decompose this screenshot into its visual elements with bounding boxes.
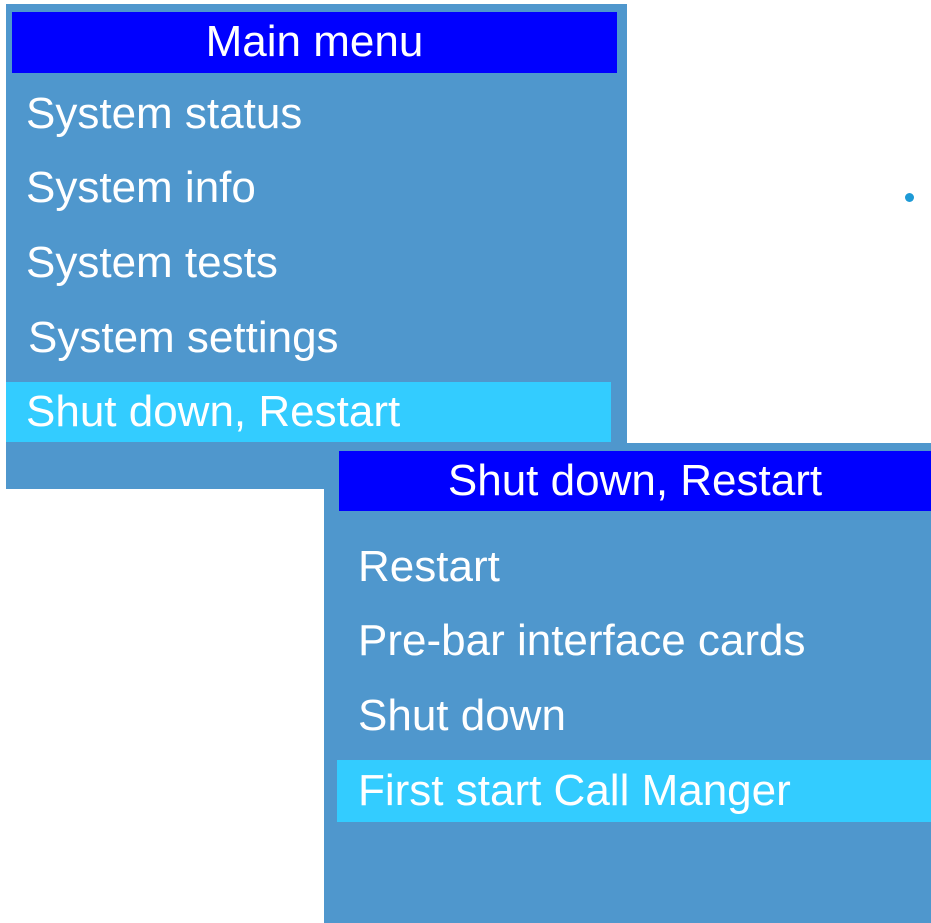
menu-item-label: Restart — [358, 542, 500, 591]
menu-item-label: System tests — [26, 238, 278, 287]
submenu-item-pre-bar-interface-cards[interactable]: Pre-bar interface cards — [337, 610, 931, 672]
menu-item-label: System info — [26, 163, 256, 212]
cursor-dot — [905, 193, 914, 202]
menu-item-label: System status — [26, 89, 303, 138]
submenu-item-restart[interactable]: Restart — [337, 536, 931, 598]
menu-item-shut-down-restart[interactable]: Shut down, Restart — [6, 382, 611, 442]
submenu-panel: Shut down, Restart Restart Pre-bar inter… — [324, 443, 931, 923]
submenu-item-shut-down[interactable]: Shut down — [337, 685, 931, 747]
menu-item-system-settings[interactable]: System settings — [6, 307, 611, 369]
menu-item-system-status[interactable]: System status — [6, 83, 611, 145]
main-menu-title: Main menu — [12, 12, 617, 73]
menu-item-label: Shut down — [358, 691, 566, 740]
main-menu-panel: Main menu System status System info Syst… — [6, 4, 627, 489]
menu-item-system-tests[interactable]: System tests — [6, 232, 611, 294]
menu-item-system-info[interactable]: System info — [6, 157, 611, 219]
submenu-item-first-start-call-manager[interactable]: First start Call Manger — [337, 760, 931, 822]
menu-item-label: Shut down, Restart — [26, 387, 401, 436]
menu-item-label: Pre-bar interface cards — [358, 616, 806, 665]
submenu-title: Shut down, Restart — [339, 451, 931, 511]
menu-item-label: First start Call Manger — [358, 766, 791, 815]
menu-item-label: System settings — [28, 313, 339, 362]
